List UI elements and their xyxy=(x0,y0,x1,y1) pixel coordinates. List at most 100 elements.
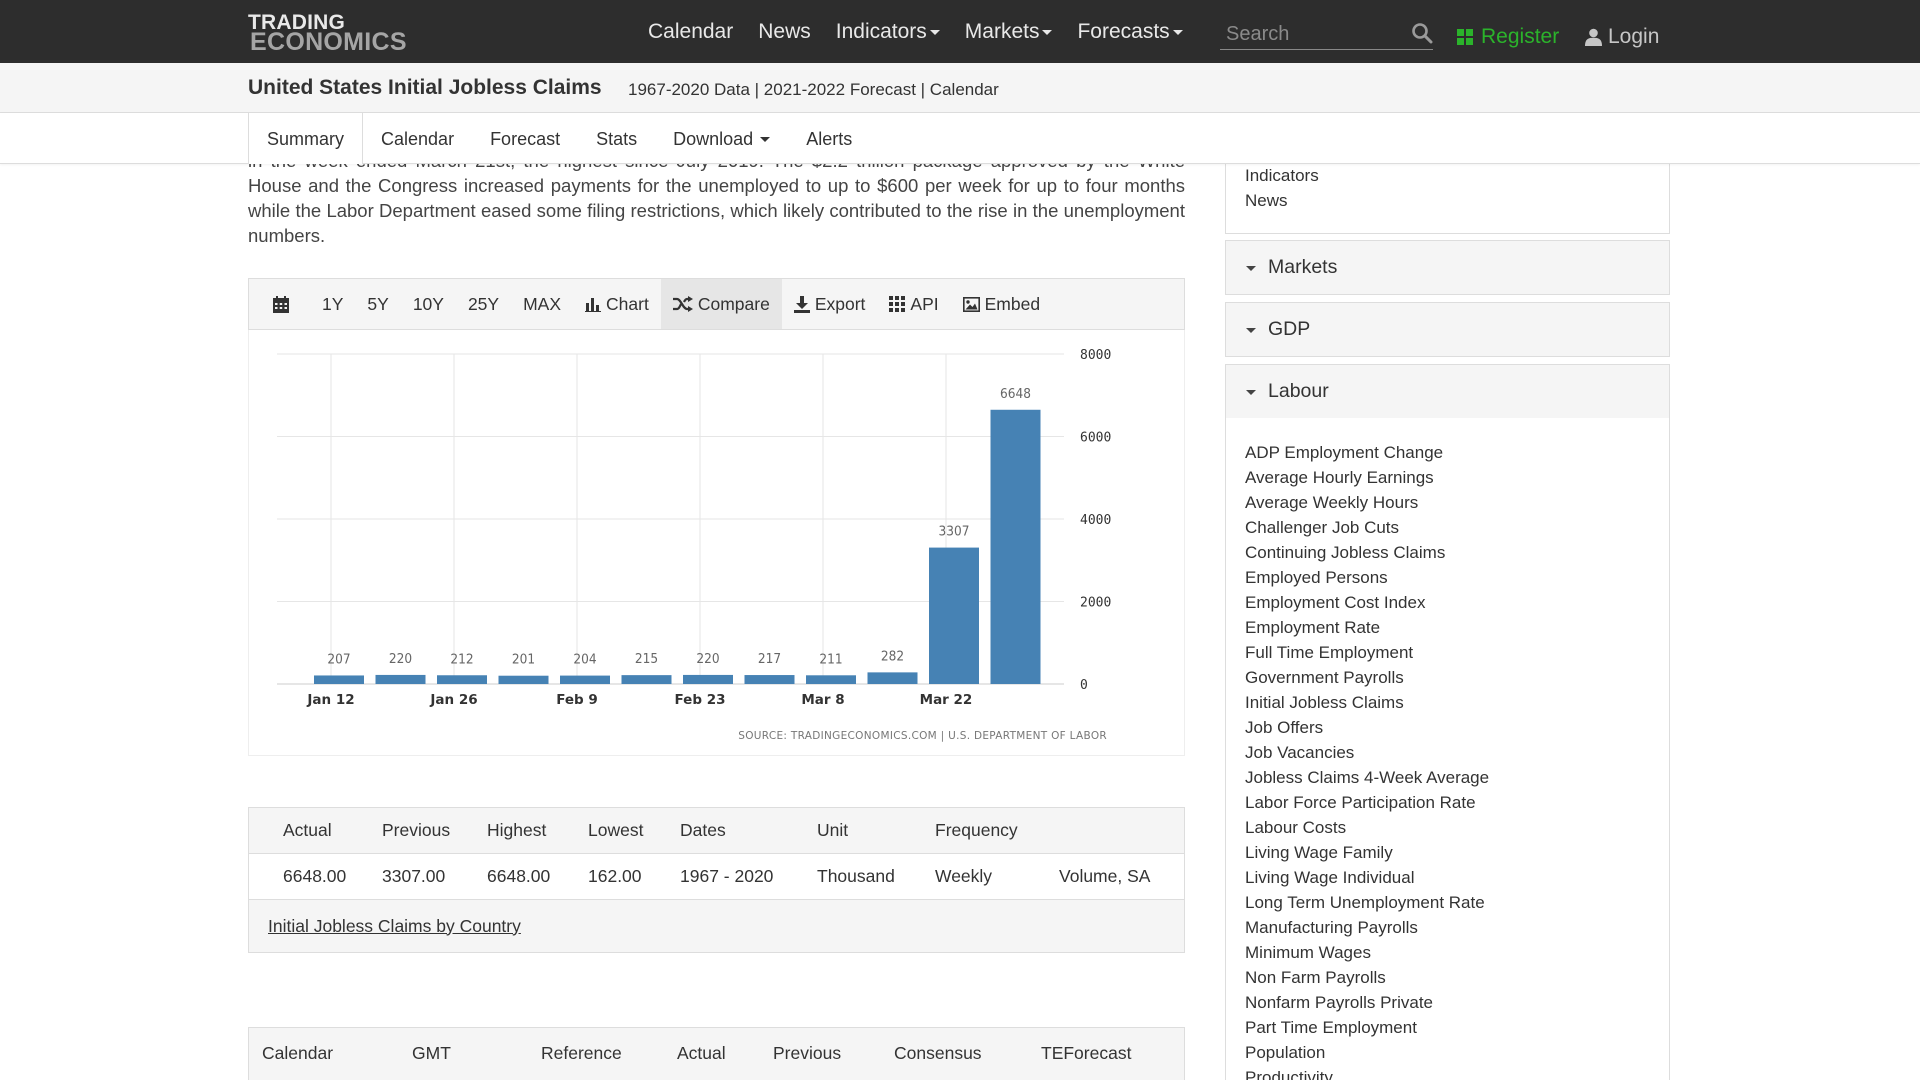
sidebar-item-labour[interactable]: Productivity xyxy=(1226,1065,1669,1080)
data-label: 220 xyxy=(389,651,412,667)
bar xyxy=(375,674,426,684)
tab-stats[interactable]: Stats xyxy=(578,113,655,164)
data-label: 211 xyxy=(819,651,842,667)
nav-forecasts[interactable]: Forecasts xyxy=(1077,20,1183,44)
sidebar-item-labour[interactable]: Long Term Unemployment Rate xyxy=(1226,890,1669,915)
nav-markets[interactable]: Markets xyxy=(965,20,1053,44)
sidebar-item-labour[interactable]: Job Vacancies xyxy=(1226,740,1669,765)
sidebar-item-labour[interactable]: Non Farm Payrolls xyxy=(1226,965,1669,990)
range-5y-button[interactable]: 5Y xyxy=(355,279,400,329)
sidebar-item-labour[interactable]: Challenger Job Cuts xyxy=(1226,515,1669,540)
logo-line-2: ECONOMICS xyxy=(250,28,407,56)
chart-toolbar: 1Y 5Y 10Y 25Y MAX Chart Compare Export A… xyxy=(248,278,1185,330)
register-link[interactable]: Register xyxy=(1457,25,1559,49)
stats-value-row: 6648.00 3307.00 6648.00 162.00 1967 - 20… xyxy=(249,854,1184,900)
range-25y-label: 25Y xyxy=(467,293,500,314)
sidebar-item-labour[interactable]: Population xyxy=(1226,1040,1669,1065)
x-tick-label: Jan 12 xyxy=(306,692,354,708)
sidebar-item-labour[interactable]: Employment Rate xyxy=(1226,615,1669,640)
stats-header-unit: Unit xyxy=(817,820,849,840)
sidebar-link-news[interactable]: News xyxy=(1245,191,1288,211)
cal-header-reference: Reference xyxy=(541,1043,622,1063)
search-icon[interactable] xyxy=(1411,22,1433,49)
tab-summary[interactable]: Summary xyxy=(248,113,364,164)
caret-down-icon xyxy=(1172,30,1183,35)
sidebar-item-labour[interactable]: Government Payrolls xyxy=(1226,665,1669,690)
stats-header-previous: Previous xyxy=(382,820,451,840)
bar xyxy=(560,675,610,684)
y-tick-label: 0 xyxy=(1080,678,1088,693)
sidebar-item-labour[interactable]: Full Time Employment xyxy=(1226,640,1669,665)
embed-button[interactable]: Embed xyxy=(951,279,1052,329)
tab-alerts[interactable]: Alerts xyxy=(788,113,870,164)
sidebar-panel-markets[interactable]: Markets xyxy=(1225,240,1670,295)
chart-type-button[interactable]: Chart xyxy=(573,279,661,329)
stats-header-actual: Actual xyxy=(283,820,332,840)
stats-adjustment-value: Volume, SA xyxy=(1059,866,1151,886)
sidebar-top-panel: Indicators News xyxy=(1225,164,1670,234)
cal-header-consensus: Consensus xyxy=(894,1043,982,1063)
sidebar-item-labour[interactable]: Living Wage Family xyxy=(1226,840,1669,865)
range-max-button[interactable]: MAX xyxy=(511,279,573,329)
api-label: API xyxy=(910,293,939,314)
sidebar-link-indicators[interactable]: Indicators xyxy=(1245,166,1319,186)
sidebar-item-labour[interactable]: Manufacturing Payrolls xyxy=(1226,915,1669,940)
y-tick-label: 8000 xyxy=(1080,348,1111,363)
calendar-table-header: Calendar GMT Reference Actual Previous C… xyxy=(248,1027,1185,1080)
search-input[interactable] xyxy=(1220,20,1400,48)
register-label: Register xyxy=(1481,25,1560,48)
nav-news[interactable]: News xyxy=(758,20,811,44)
sidebar-item-labour[interactable]: Average Weekly Hours xyxy=(1226,490,1669,515)
sidebar-item-labour[interactable]: Living Wage Individual xyxy=(1226,865,1669,890)
sidebar-item-labour[interactable]: Employment Cost Index xyxy=(1226,590,1669,615)
x-tick-label: Feb 9 xyxy=(556,692,598,708)
sidebar-item-labour[interactable]: Jobless Claims 4-Week Average xyxy=(1226,765,1669,790)
sidebar-item-labour[interactable]: Initial Jobless Claims xyxy=(1226,690,1669,715)
nav-calendar[interactable]: Calendar xyxy=(648,20,733,44)
sidebar-panel-gdp[interactable]: GDP xyxy=(1225,302,1670,357)
sidebar-item-labour[interactable]: Employed Persons xyxy=(1226,565,1669,590)
logo[interactable]: TRADING ECONOMICS xyxy=(248,12,407,55)
sidebar-item-labour[interactable]: Labor Force Participation Rate xyxy=(1226,790,1669,815)
tab-calendar[interactable]: Calendar xyxy=(363,113,472,164)
range-10y-button[interactable]: 10Y xyxy=(401,279,456,329)
x-tick-label: Mar 8 xyxy=(801,692,844,708)
login-label: Login xyxy=(1608,25,1660,48)
login-link[interactable]: Login xyxy=(1585,25,1659,49)
data-label: 201 xyxy=(512,652,535,668)
tab-forecast[interactable]: Forecast xyxy=(472,113,578,164)
by-country-link[interactable]: Initial Jobless Claims by Country xyxy=(268,916,521,937)
bar xyxy=(314,675,364,684)
sidebar-item-labour[interactable]: Continuing Jobless Claims xyxy=(1226,540,1669,565)
data-label: 217 xyxy=(758,651,781,667)
export-button[interactable]: Export xyxy=(782,279,878,329)
sidebar-item-labour[interactable]: Average Hourly Earnings xyxy=(1226,465,1669,490)
page-subtitle: 1967-2020 Data | 2021-2022 Forecast | Ca… xyxy=(628,80,999,99)
sidebar-item-labour[interactable]: Part Time Employment xyxy=(1226,1015,1669,1040)
bar xyxy=(867,672,918,684)
range-max-label: MAX xyxy=(523,293,562,314)
sidebar-item-labour[interactable]: Job Offers xyxy=(1226,715,1669,740)
sidebar-item-labour[interactable]: Nonfarm Payrolls Private xyxy=(1226,990,1669,1015)
nav-markets-label: Markets xyxy=(964,19,1040,43)
stats-lowest-value: 162.00 xyxy=(588,866,642,886)
calendar-range-button[interactable] xyxy=(261,279,310,329)
export-label: Export xyxy=(814,293,866,314)
sidebar-panel-labour[interactable]: Labour xyxy=(1225,364,1670,419)
range-25y-button[interactable]: 25Y xyxy=(456,279,511,329)
sidebar-item-labour[interactable]: ADP Employment Change xyxy=(1226,440,1669,465)
data-label: 207 xyxy=(327,651,350,667)
compare-button[interactable]: Compare xyxy=(660,279,782,329)
x-tick-label: Feb 23 xyxy=(675,692,726,708)
stats-unit-value: Thousand xyxy=(817,866,895,886)
tab-download[interactable]: Download xyxy=(655,113,788,164)
data-label: 220 xyxy=(696,651,719,667)
y-tick-label: 2000 xyxy=(1080,596,1111,611)
api-button[interactable]: API xyxy=(877,279,950,329)
chart-type-label: Chart xyxy=(606,293,649,314)
sidebar-item-labour[interactable]: Minimum Wages xyxy=(1226,940,1669,965)
range-1y-button[interactable]: 1Y xyxy=(310,279,355,329)
sidebar-item-labour[interactable]: Labour Costs xyxy=(1226,815,1669,840)
shuffle-icon xyxy=(672,296,698,312)
nav-indicators[interactable]: Indicators xyxy=(836,20,940,44)
